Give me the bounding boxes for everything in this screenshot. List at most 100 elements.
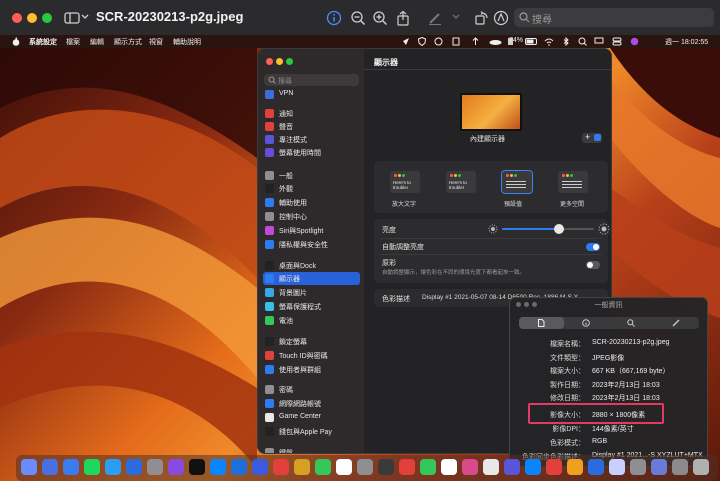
zoom-button[interactable]	[42, 13, 52, 23]
dock-app-icon[interactable]	[609, 459, 625, 475]
cloud-icon[interactable]	[489, 38, 502, 45]
dock-app-icon[interactable]	[273, 459, 289, 475]
battery-icon[interactable]	[525, 38, 538, 45]
sidebar-item[interactable]: Game Center	[263, 411, 360, 424]
dock-app-icon[interactable]	[168, 459, 184, 475]
tab-annotations[interactable]	[654, 317, 699, 329]
sidebar-item[interactable]: 螢幕使用時間	[263, 146, 360, 159]
sidebar-item[interactable]: 隱私權與安全性	[263, 238, 360, 251]
dock-app-icon[interactable]	[126, 459, 142, 475]
dock-app-icon[interactable]	[147, 459, 163, 475]
dock-app-icon[interactable]	[525, 459, 541, 475]
dock-app-icon[interactable]	[483, 459, 499, 475]
sidebar-item[interactable]: 電池	[263, 314, 360, 327]
dock-app-icon[interactable]	[84, 459, 100, 475]
sidebar-item[interactable]: 錢包與Apple Pay	[263, 425, 360, 438]
bluetooth-icon[interactable]	[563, 37, 569, 46]
dock-app-icon[interactable]	[357, 459, 373, 475]
dock-app-icon[interactable]	[630, 459, 646, 475]
dock-app-icon[interactable]	[546, 459, 562, 475]
share-icon[interactable]	[395, 10, 411, 26]
sidebar-item[interactable]: 顯示器	[263, 272, 360, 285]
dock-app-icon[interactable]	[462, 459, 478, 475]
dock-app-icon[interactable]	[63, 459, 79, 475]
dock-app-icon[interactable]	[651, 459, 667, 475]
settings-search-input[interactable]: 搜尋	[264, 74, 359, 86]
rotate-icon[interactable]	[473, 10, 489, 26]
sidebar-item[interactable]: Siri與Spotlight	[263, 224, 360, 237]
sidebar-item[interactable]: 外觀	[263, 182, 360, 195]
apple-logo-icon[interactable]	[12, 37, 20, 46]
spotlight-icon[interactable]	[578, 37, 587, 46]
resolution-option[interactable]: Here's to troubleı	[390, 171, 420, 193]
add-display-button[interactable]: +	[582, 132, 602, 143]
sidebar-item[interactable]: 鍵盤	[263, 446, 360, 453]
sidebar-item[interactable]: Touch ID與密碼	[263, 349, 360, 362]
sidebar-item[interactable]: 控制中心	[263, 210, 360, 223]
tab-keywords[interactable]	[609, 317, 654, 329]
resolution-option[interactable]	[558, 171, 588, 193]
sidebar-item[interactable]: 專注模式	[263, 133, 360, 146]
resolution-option[interactable]	[501, 170, 533, 194]
menu-edit[interactable]: 編輯	[90, 37, 104, 47]
markup-chevron-icon[interactable]	[451, 12, 461, 28]
dock-app-icon[interactable]	[105, 459, 121, 475]
sidebar-item[interactable]: 密碼	[263, 383, 360, 396]
zoom-out-icon[interactable]	[350, 10, 366, 26]
annotate-icon[interactable]	[493, 10, 509, 26]
dock-app-icon[interactable]	[420, 459, 436, 475]
tab-general-info[interactable]	[519, 317, 564, 329]
dock-app-icon[interactable]	[441, 459, 457, 475]
vpn-icon[interactable]	[418, 37, 426, 46]
sidebar-item[interactable]: 桌面與Dock	[263, 259, 360, 272]
sidebar-item[interactable]: 一般	[263, 169, 360, 182]
display-thumbnail[interactable]	[460, 93, 522, 131]
clipboard-icon[interactable]	[452, 37, 460, 46]
sidebar-toggle-icon[interactable]	[64, 10, 80, 26]
settings-zoom-button[interactable]	[286, 58, 293, 65]
dock-app-icon[interactable]	[399, 459, 415, 475]
auto-brightness-toggle[interactable]	[586, 243, 600, 251]
dock-app-icon[interactable]	[210, 459, 226, 475]
menu-window[interactable]: 視窗	[149, 37, 163, 47]
sidebar-item[interactable]: VPN	[263, 88, 360, 101]
dock-app-icon[interactable]	[21, 459, 37, 475]
zoom-in-icon[interactable]	[372, 10, 388, 26]
screen-mirroring-icon[interactable]	[594, 37, 604, 46]
truetone-toggle[interactable]	[586, 261, 600, 269]
sidebar-item[interactable]: 背景圖片	[263, 286, 360, 299]
resolution-option[interactable]: Here's to troubler	[446, 171, 476, 193]
siri-icon[interactable]	[630, 37, 639, 46]
sidebar-item[interactable]: 通知	[263, 107, 360, 120]
dock-app-icon[interactable]	[42, 459, 58, 475]
dock-app-icon[interactable]	[294, 459, 310, 475]
settings-close-button[interactable]	[266, 58, 273, 65]
info-icon[interactable]	[326, 10, 342, 26]
tab-more-info[interactable]	[564, 317, 609, 329]
sidebar-item[interactable]: 輔助使用	[263, 196, 360, 209]
sidebar-item[interactable]: 鎖定螢幕	[263, 335, 360, 348]
location-icon[interactable]	[402, 37, 410, 46]
menu-view[interactable]: 顯示方式	[114, 37, 142, 47]
wifi-icon[interactable]	[544, 37, 554, 46]
dock-app-icon[interactable]	[378, 459, 394, 475]
dock-app-icon[interactable]	[672, 459, 688, 475]
menubar-clock[interactable]: 週一 18:02:55	[665, 37, 708, 47]
dock-app-icon[interactable]	[189, 459, 205, 475]
dock-app-icon[interactable]	[336, 459, 352, 475]
sidebar-item[interactable]: 網際網路帳號	[263, 397, 360, 410]
settings-minimize-button[interactable]	[276, 58, 283, 65]
dock-app-icon[interactable]	[693, 459, 709, 475]
dock-app-icon[interactable]	[315, 459, 331, 475]
menu-file[interactable]: 檔案	[66, 37, 80, 47]
dock-app-icon[interactable]	[231, 459, 247, 475]
dock-app-icon[interactable]	[588, 459, 604, 475]
upload-icon[interactable]	[471, 37, 480, 46]
minimize-button[interactable]	[27, 13, 37, 23]
chevron-down-icon[interactable]	[80, 12, 90, 28]
dock-app-icon[interactable]	[504, 459, 520, 475]
close-button[interactable]	[12, 13, 22, 23]
brightness-slider-knob[interactable]	[554, 224, 565, 234]
sync-icon[interactable]	[434, 37, 443, 46]
control-center-icon[interactable]	[612, 37, 622, 46]
